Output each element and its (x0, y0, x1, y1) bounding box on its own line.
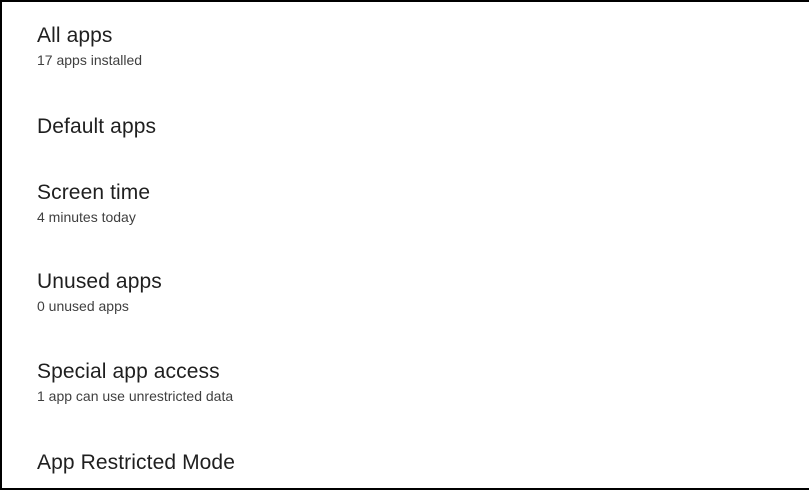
unused-apps-title: Unused apps (37, 270, 162, 293)
unused-apps-summary: 0 unused apps (37, 298, 129, 314)
app-restricted-mode-title: App Restricted Mode (37, 451, 235, 474)
app-restricted-mode-item[interactable]: App Restricted Mode (37, 451, 809, 475)
default-apps-item[interactable]: Default apps (37, 115, 809, 139)
default-apps-title: Default apps (37, 115, 157, 138)
unused-apps-item[interactable]: Unused apps 0 unused apps (37, 270, 809, 315)
special-app-access-item[interactable]: Special app access 1 app can use unrestr… (37, 360, 809, 405)
screen-time-summary: 4 minutes today (37, 209, 136, 225)
all-apps-summary: 17 apps installed (37, 52, 143, 68)
screen-time-title: Screen time (37, 181, 151, 204)
all-apps-title: All apps (37, 24, 113, 47)
special-app-access-summary: 1 app can use unrestricted data (37, 388, 234, 404)
apps-settings-panel: All apps 17 apps installed Default apps … (0, 0, 809, 490)
screen-time-item[interactable]: Screen time 4 minutes today (37, 181, 809, 226)
all-apps-item[interactable]: All apps 17 apps installed (37, 24, 809, 69)
special-app-access-title: Special app access (37, 360, 220, 383)
